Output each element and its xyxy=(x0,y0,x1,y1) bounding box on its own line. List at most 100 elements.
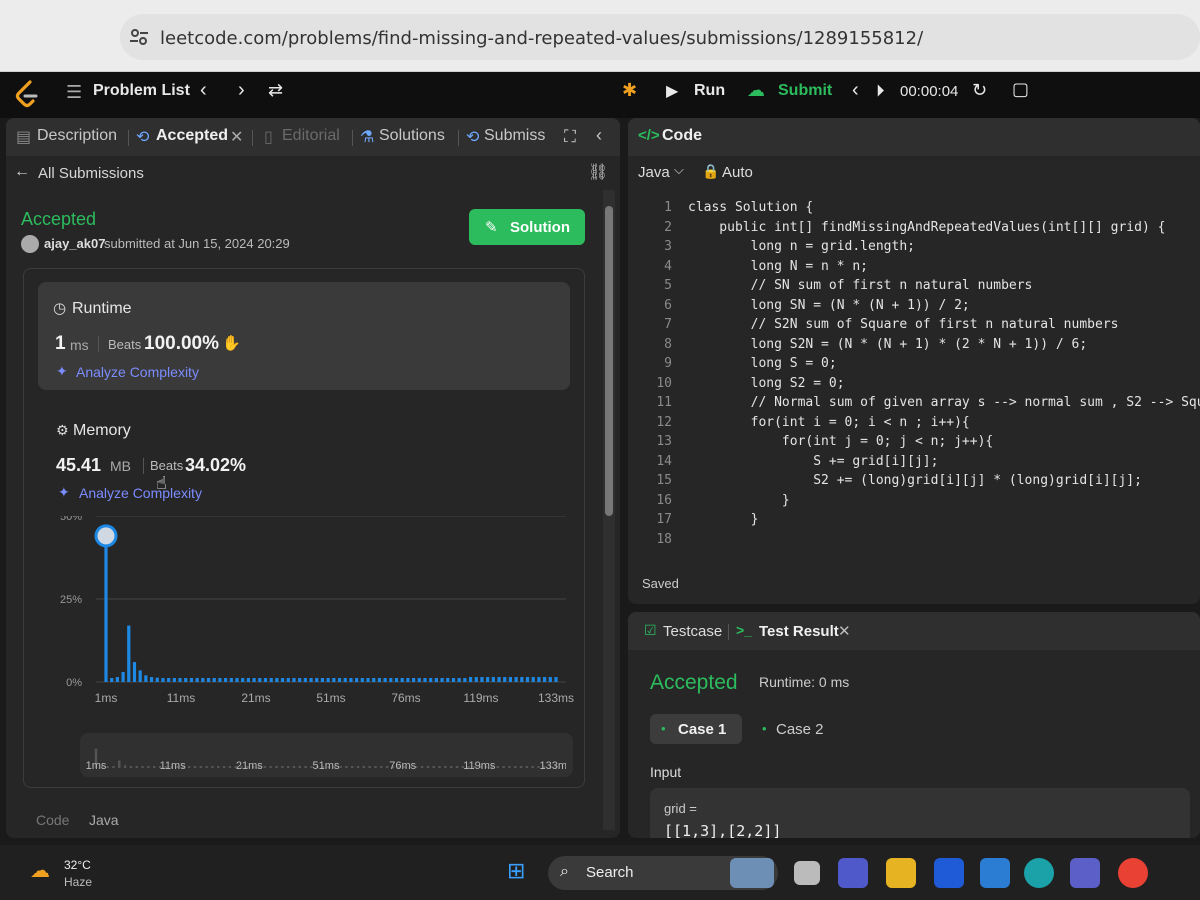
distribution-bar[interactable] xyxy=(155,677,159,682)
prev-problem-icon[interactable]: ‹ xyxy=(200,79,207,102)
fullscreen-icon[interactable]: ⛶ xyxy=(564,127,576,147)
distribution-bar[interactable] xyxy=(309,678,313,682)
scrollbar-thumb[interactable] xyxy=(605,206,613,516)
distribution-bar[interactable] xyxy=(292,678,296,682)
distribution-bar[interactable] xyxy=(423,678,427,682)
distribution-bar[interactable] xyxy=(332,678,336,682)
temperature[interactable]: 32°C xyxy=(64,858,91,872)
distribution-bar[interactable] xyxy=(263,678,268,682)
distribution-bar[interactable] xyxy=(491,677,495,682)
auto-mode-label[interactable]: Auto xyxy=(722,164,753,181)
distribution-bar[interactable] xyxy=(451,678,456,682)
distribution-bar[interactable] xyxy=(201,678,205,682)
distribution-bar[interactable] xyxy=(343,678,347,682)
run-button[interactable]: Run xyxy=(694,82,725,100)
distribution-bar[interactable] xyxy=(189,678,194,682)
distribution-bar[interactable] xyxy=(525,677,530,682)
distribution-bar[interactable] xyxy=(548,677,552,682)
close-tab-icon[interactable]: ✕ xyxy=(838,622,851,640)
code-line[interactable]: // S2N sum of Square of first n natural … xyxy=(688,317,1119,336)
distribution-bar[interactable] xyxy=(218,678,222,682)
distribution-bar[interactable] xyxy=(252,678,256,682)
distribution-bar[interactable] xyxy=(394,678,399,682)
distribution-bar[interactable] xyxy=(480,677,484,682)
distribution-bar[interactable] xyxy=(121,672,125,682)
avatar[interactable] xyxy=(21,235,39,253)
all-submissions-link[interactable]: All Submissions xyxy=(38,165,144,182)
tab-description[interactable]: Description xyxy=(37,127,117,145)
close-tab-icon[interactable]: ✕ xyxy=(230,127,243,147)
code-line[interactable]: long S2N = (N * (N + 1) * (2 * N + 1)) /… xyxy=(688,337,1088,356)
distribution-bar[interactable] xyxy=(355,678,359,682)
distribution-bar[interactable] xyxy=(446,678,450,682)
file-explorer-icon[interactable] xyxy=(886,858,916,888)
analyze-complexity-link[interactable]: Analyze Complexity xyxy=(76,364,199,380)
reset-timer-icon[interactable]: ↻ xyxy=(972,80,987,101)
code-line[interactable]: } xyxy=(688,493,790,512)
distribution-bar[interactable] xyxy=(383,678,387,682)
distribution-bar[interactable] xyxy=(144,675,148,682)
distribution-bar[interactable] xyxy=(531,677,535,682)
distribution-bar[interactable] xyxy=(320,678,325,682)
problem-list-link[interactable]: Problem List xyxy=(93,82,190,100)
distribution-bar[interactable] xyxy=(184,678,188,682)
distribution-bar[interactable] xyxy=(246,678,251,682)
distribution-bar[interactable] xyxy=(497,677,501,682)
distribution-bar[interactable] xyxy=(440,678,444,682)
distribution-bar[interactable] xyxy=(161,678,165,682)
code-line[interactable]: long S2 = 0; xyxy=(688,376,845,395)
distribution-bar[interactable] xyxy=(212,678,216,682)
username[interactable]: ajay_ak07 xyxy=(44,236,105,251)
code-line[interactable]: long n = grid.length; xyxy=(688,239,915,258)
windows-start-icon[interactable]: ⊞ xyxy=(507,858,525,884)
your-submission-marker[interactable] xyxy=(94,524,118,548)
back-arrow-icon[interactable]: ← xyxy=(14,163,30,181)
tab-accepted[interactable]: Accepted xyxy=(156,127,228,145)
distribution-bar[interactable] xyxy=(474,677,478,682)
distribution-bar[interactable] xyxy=(434,678,438,682)
distribution-bar[interactable] xyxy=(406,678,410,682)
distribution-bar[interactable] xyxy=(138,670,142,682)
distribution-bar[interactable] xyxy=(241,678,245,682)
code-line[interactable]: long SN = (N * (N + 1)) / 2; xyxy=(688,298,970,317)
weather-condition[interactable]: Haze xyxy=(64,875,92,889)
site-settings-icon[interactable] xyxy=(128,26,150,48)
distribution-bar[interactable] xyxy=(206,678,211,682)
notes-icon[interactable]: ▢ xyxy=(1012,79,1029,100)
chevron-down-icon[interactable]: ⌵ xyxy=(674,162,684,178)
timer-play-icon[interactable]: ⏵ xyxy=(876,81,885,101)
distribution-bar[interactable] xyxy=(543,677,547,682)
list-icon[interactable]: ☰ xyxy=(66,82,82,103)
distribution-bar[interactable] xyxy=(468,677,473,682)
tab-test-result[interactable]: Test Result xyxy=(759,623,839,640)
debug-icon[interactable]: ✱ xyxy=(622,80,637,101)
case-2-tab[interactable]: Case 2 xyxy=(776,721,824,738)
distribution-bar[interactable] xyxy=(258,678,262,682)
code-line[interactable]: long N = n * n; xyxy=(688,259,868,278)
distribution-bar[interactable] xyxy=(514,677,518,682)
distribution-bar[interactable] xyxy=(417,678,421,682)
distribution-bar[interactable] xyxy=(149,677,154,682)
distribution-bar[interactable] xyxy=(280,678,285,682)
teams-icon[interactable] xyxy=(1070,858,1100,888)
distribution-bar[interactable] xyxy=(463,678,467,682)
code-line[interactable]: class Solution { xyxy=(688,200,813,219)
next-problem-icon[interactable]: › xyxy=(238,79,245,102)
code-line[interactable]: for(int i = 0; i < n ; i++){ xyxy=(688,415,970,434)
code-line[interactable]: S += grid[i][j]; xyxy=(688,454,938,473)
distribution-bar[interactable] xyxy=(298,678,302,682)
tab-solutions[interactable]: Solutions xyxy=(379,127,445,145)
runtime-distribution-chart[interactable]: 50% 25% 0% 1ms 11ms 21ms 51ms 76ms 119ms 133ms xyxy=(46,516,576,746)
edge-browser-icon[interactable] xyxy=(1024,858,1054,888)
code-line[interactable]: // Normal sum of given array s --> norma… xyxy=(688,395,1200,414)
distribution-bar[interactable] xyxy=(269,678,273,682)
distribution-bar[interactable] xyxy=(303,678,307,682)
distribution-bar[interactable] xyxy=(337,678,342,682)
distribution-bar[interactable] xyxy=(110,678,114,682)
code-line[interactable]: } xyxy=(688,512,759,531)
code-line[interactable]: for(int j = 0; j < n; j++){ xyxy=(688,434,993,453)
tab-submissions[interactable]: Submiss xyxy=(484,127,545,145)
weather-icon[interactable]: ☁ xyxy=(30,858,50,883)
distribution-bar[interactable] xyxy=(224,678,228,682)
distribution-bar[interactable] xyxy=(275,678,279,682)
